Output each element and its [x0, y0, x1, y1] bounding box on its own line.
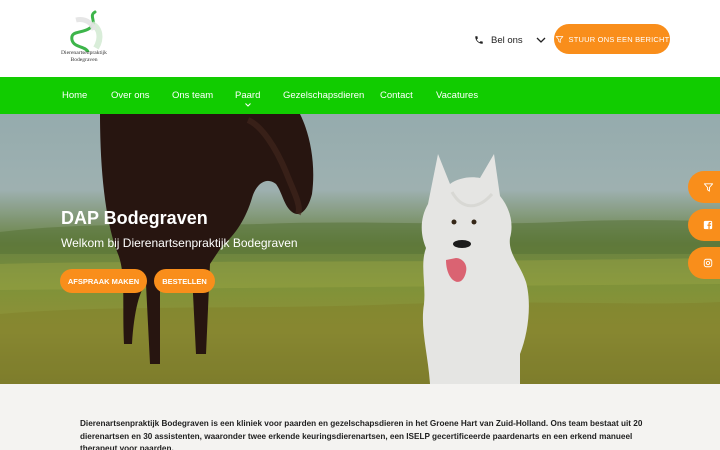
nav-item-contact[interactable]: Contact [380, 77, 413, 114]
nav-item-label: Gezelschapsdieren [283, 90, 365, 101]
side-send-button[interactable] [688, 171, 720, 203]
nav-item-label: Contact [380, 90, 413, 101]
nav-item-home[interactable]: Home [62, 77, 87, 114]
facebook-icon [703, 220, 713, 230]
logo-wordmark: Dierenartsenpraktijk Bodegraven [54, 50, 114, 63]
nav-item-label: Vacatures [436, 90, 479, 101]
send-icon [703, 182, 713, 192]
phone-icon [475, 36, 483, 44]
nav-item-label: Home [62, 90, 88, 101]
chevron-down-icon [244, 103, 251, 107]
nav-item-over-ons[interactable]: Over ons [111, 77, 150, 114]
site-logo[interactable]: Dierenartsenpraktijk Bodegraven [54, 10, 114, 68]
order-button[interactable]: BESTELLEN [154, 269, 215, 293]
main-nav: Home Over ons Ons team Paard Gezelschaps… [0, 77, 720, 114]
nav-item-label: Over ons [111, 90, 150, 101]
chevron-down-icon [536, 37, 546, 43]
nav-item-gezelschapsdieren[interactable]: Gezelschapsdieren [283, 77, 364, 114]
instagram-icon [703, 258, 713, 268]
send-icon [555, 35, 563, 43]
intro-section: Dierenartsenpraktijk Bodegraven is een k… [0, 384, 720, 450]
call-label: Bel ons [491, 34, 523, 46]
intro-text: Dierenartsenpraktijk Bodegraven is een k… [80, 419, 643, 450]
nav-item-ons-team[interactable]: Ons team [172, 77, 213, 114]
send-message-label: STUUR ONS EEN BERICHT [568, 34, 670, 44]
hero-title: DAP Bodegraven [61, 208, 208, 228]
nav-item-paard[interactable]: Paard [235, 77, 260, 114]
make-appointment-button[interactable]: AFSPRAAK MAKEN [60, 269, 147, 293]
nav-item-vacatures[interactable]: Vacatures [436, 77, 478, 114]
logo-mark [70, 10, 103, 52]
logo-text-line2: Bodegraven [70, 56, 98, 63]
hero-subtitle: Welkom bij Dierenartsenpraktijk Bodegrav… [61, 236, 298, 250]
nav-item-label: Ons team [172, 90, 214, 101]
logo-text-line1: Dierenartsenpraktijk [61, 50, 107, 56]
nav-item-label: Paard [235, 90, 261, 101]
side-facebook-button[interactable] [688, 209, 720, 241]
side-instagram-button[interactable] [688, 247, 720, 279]
hero-banner: DAP Bodegraven Welkom bij Dierenartsenpr… [0, 114, 720, 384]
site-header: Dierenartsenpraktijk Bodegraven Bel ons … [0, 0, 720, 77]
call-dropdown[interactable]: Bel ons [474, 30, 546, 50]
send-message-button[interactable]: STUUR ONS EEN BERICHT [554, 24, 670, 54]
